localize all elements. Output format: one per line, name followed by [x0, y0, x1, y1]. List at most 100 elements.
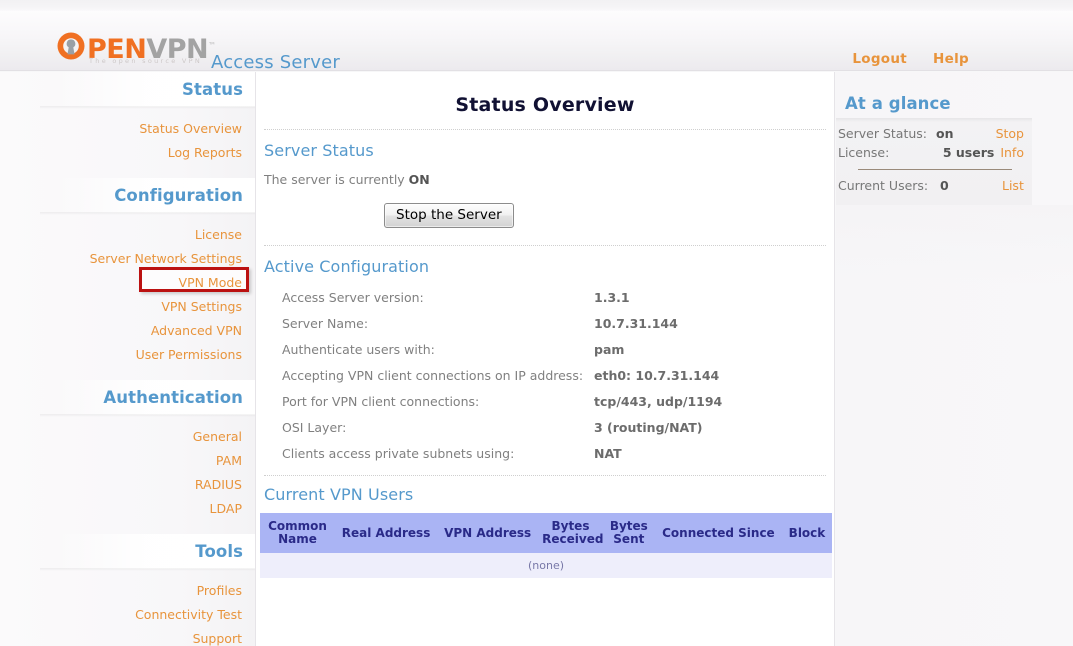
sidebar-section-title: Status: [182, 80, 243, 99]
panel-fade: [836, 205, 1073, 285]
glance-row-current-users: Current Users: 0 List: [836, 176, 1024, 195]
current-vpn-users-table: Common Name Real Address VPN Address Byt…: [260, 513, 832, 578]
table-row: OSI Layer: 3 (routing/NAT): [264, 415, 820, 441]
config-value: 1.3.1: [594, 285, 820, 311]
sidebar-item-radius[interactable]: RADIUS: [0, 472, 255, 496]
glance-key: Server Status:: [836, 126, 936, 141]
server-status-heading: Server Status: [264, 141, 834, 160]
sidebar-item-label: VPN Mode: [179, 275, 242, 290]
glance-row-server-status: Server Status: on Stop: [836, 124, 1024, 143]
config-value: 3 (routing/NAT): [594, 415, 820, 441]
server-status-text: The server is currently ON: [264, 172, 834, 187]
sidebar-item-ldap[interactable]: LDAP: [0, 496, 255, 520]
sidebar-item-label: Advanced VPN: [151, 323, 242, 338]
glance-value: 0: [940, 178, 1002, 193]
config-label: Access Server version:: [264, 285, 594, 311]
table-row: Clients access private subnets using: NA…: [264, 441, 820, 467]
header-links: Logout Help: [852, 51, 969, 67]
server-status-text-prefix: The server is currently: [264, 172, 409, 187]
server-status-state: ON: [409, 172, 430, 187]
top-strip: [0, 0, 1073, 11]
table-empty-row: (none): [260, 553, 832, 578]
sidebar-item-pam[interactable]: PAM: [0, 448, 255, 472]
stop-the-server-button[interactable]: Stop the Server: [384, 203, 514, 228]
sidebar-item-label: Connectivity Test: [135, 607, 242, 622]
sidebar-section-configuration: Configuration: [0, 178, 255, 213]
glance-key: Current Users:: [836, 178, 940, 193]
column-header-block[interactable]: Block: [782, 513, 832, 553]
config-label: OSI Layer:: [264, 415, 594, 441]
sidebar-item-advanced-vpn[interactable]: Advanced VPN: [0, 318, 255, 342]
license-info-link[interactable]: Info: [1000, 145, 1024, 160]
sidebar-item-connectivity-test[interactable]: Connectivity Test: [0, 602, 255, 626]
openvpn-access-server-page: PENVPN™ The open source VPN Access Serve…: [0, 0, 1073, 646]
sidebar-item-license[interactable]: License: [0, 222, 255, 246]
column-header-vpn-address[interactable]: VPN Address: [437, 513, 538, 553]
table-row: Access Server version: 1.3.1: [264, 285, 820, 311]
sidebar-item-label: PAM: [216, 453, 242, 468]
stop-server-link[interactable]: Stop: [996, 126, 1024, 141]
help-link[interactable]: Help: [933, 51, 969, 67]
sidebar-item-profiles[interactable]: Profiles: [0, 578, 255, 602]
empty-state-text: (none): [260, 553, 832, 578]
sidebar-item-label: Log Reports: [168, 145, 242, 160]
openvpn-logo[interactable]: PENVPN™ The open source VPN: [56, 31, 216, 64]
table-row: Authenticate users with: pam: [264, 337, 820, 363]
column-header-bytes-received[interactable]: Bytes Received: [538, 513, 603, 553]
active-configuration-table: Access Server version: 1.3.1 Server Name…: [264, 285, 820, 467]
config-value: eth0: 10.7.31.144: [594, 363, 820, 389]
sidebar-nav: Status Status Overview Log Reports Confi…: [0, 72, 255, 646]
sidebar-item-label: VPN Settings: [161, 299, 242, 314]
sidebar-item-label: User Permissions: [136, 347, 242, 362]
sidebar-item-label: Support: [193, 631, 242, 646]
sidebar-item-log-reports[interactable]: Log Reports: [0, 140, 255, 164]
glance-row-license: License: 5 users Info: [836, 143, 1024, 162]
sidebar-item-vpn-mode[interactable]: VPN Mode: [0, 270, 255, 294]
current-users-list-link[interactable]: List: [1002, 178, 1024, 193]
table-header-row: Common Name Real Address VPN Address Byt…: [260, 513, 832, 553]
sidebar-item-label: License: [195, 227, 242, 242]
page-title: Status Overview: [256, 72, 834, 116]
divider: [264, 475, 826, 476]
sidebar-section-title: Tools: [195, 542, 243, 561]
table-row: Port for VPN client connections: tcp/443…: [264, 389, 820, 415]
current-vpn-users-heading: Current VPN Users: [264, 485, 834, 504]
table-row: Server Name: 10.7.31.144: [264, 311, 820, 337]
divider: [858, 169, 1012, 170]
sidebar-item-label: General: [193, 429, 242, 444]
sidebar-item-general[interactable]: General: [0, 424, 255, 448]
sidebar-item-label: Status Overview: [139, 121, 242, 136]
active-configuration-heading: Active Configuration: [264, 257, 834, 276]
openvpn-mark-icon: [56, 31, 86, 61]
sidebar-item-user-permissions[interactable]: User Permissions: [0, 342, 255, 366]
sidebar-section-title: Authentication: [103, 388, 243, 407]
at-a-glance-box: Server Status: on Stop License: 5 users …: [836, 118, 1032, 205]
app-title: Access Server: [211, 52, 340, 73]
glance-value: on: [936, 126, 996, 141]
main-content: Status Overview Server Status The server…: [255, 72, 835, 646]
sidebar-item-label: Server Network Settings: [90, 251, 242, 266]
column-header-common-name[interactable]: Common Name: [260, 513, 335, 553]
config-label: Server Name:: [264, 311, 594, 337]
sidebar-section-title: Configuration: [114, 186, 243, 205]
sidebar-item-label: Profiles: [197, 583, 242, 598]
sidebar-item-status-overview[interactable]: Status Overview: [0, 116, 255, 140]
config-label: Clients access private subnets using:: [264, 441, 594, 467]
logout-link[interactable]: Logout: [852, 51, 907, 67]
sidebar-item-support[interactable]: Support: [0, 626, 255, 646]
logo-tagline: The open source VPN: [89, 57, 202, 65]
sidebar-item-label: LDAP: [210, 501, 242, 516]
server-action-row: Stop the Server: [256, 203, 834, 228]
config-value: NAT: [594, 441, 820, 467]
sidebar-item-vpn-settings[interactable]: VPN Settings: [0, 294, 255, 318]
sidebar-section-tools: Tools: [0, 534, 255, 569]
config-label: Port for VPN client connections:: [264, 389, 594, 415]
config-label: Accepting VPN client connections on IP a…: [264, 363, 594, 389]
config-value: pam: [594, 337, 820, 363]
config-value: tcp/443, udp/1194: [594, 389, 820, 415]
column-header-connected-since[interactable]: Connected Since: [655, 513, 782, 553]
column-header-real-address[interactable]: Real Address: [335, 513, 437, 553]
logo-trademark: ™: [208, 41, 216, 50]
column-header-bytes-sent[interactable]: Bytes Sent: [603, 513, 655, 553]
glance-key: License:: [836, 145, 939, 160]
